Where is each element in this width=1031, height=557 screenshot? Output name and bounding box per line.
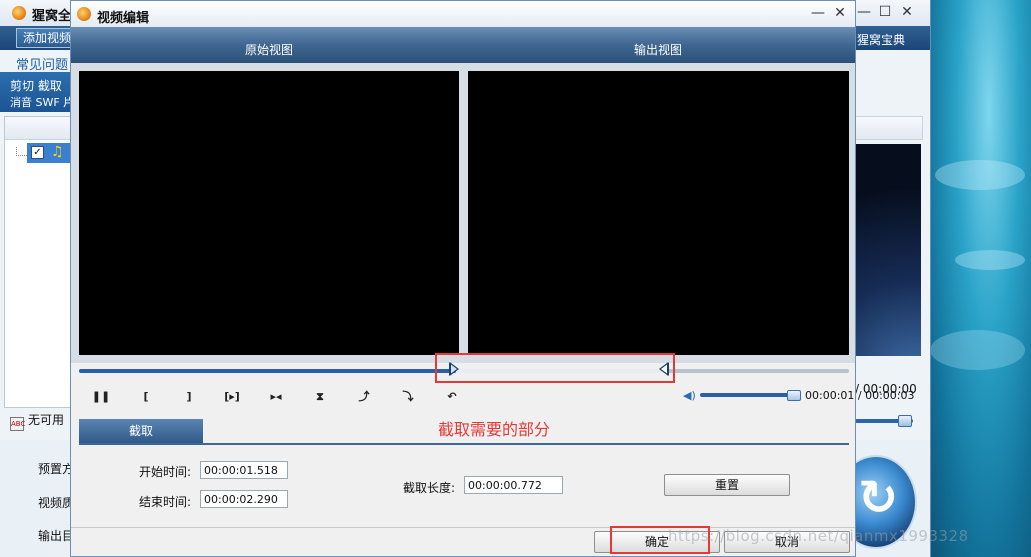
start-time-field[interactable]: 00:00:01.518 bbox=[200, 461, 288, 479]
tree-connector bbox=[16, 147, 27, 156]
minimize-icon[interactable]: — bbox=[855, 3, 873, 21]
video-quality-label: 视频质 bbox=[38, 496, 75, 510]
play-selection-icon[interactable]: [▸] bbox=[221, 389, 243, 405]
pause-icon[interactable]: ❚❚ bbox=[90, 389, 112, 405]
unavailable-label: 无可用 bbox=[28, 413, 65, 427]
clip-length-label: 截取长度: bbox=[403, 481, 456, 495]
output-view-label: 输出视图 bbox=[634, 43, 683, 57]
time-display: 00:00:01 / 00:00:03 bbox=[805, 389, 915, 402]
view-header: 原始视图 输出视图 bbox=[71, 27, 855, 63]
volume-slider[interactable] bbox=[700, 393, 796, 397]
file-list-panel: ✓ ♫ bbox=[4, 116, 75, 408]
annotation-text: 截取需要的部分 bbox=[438, 420, 551, 439]
file-list-item[interactable]: ✓ ♫ bbox=[27, 143, 75, 163]
reset-button[interactable]: 重置 bbox=[664, 474, 790, 496]
dialog-minimize-icon[interactable]: — bbox=[809, 4, 827, 22]
set-end-icon[interactable]: ] bbox=[178, 389, 200, 405]
checkbox-checked-icon[interactable]: ✓ bbox=[31, 146, 44, 159]
music-note-icon: ♫ bbox=[51, 144, 64, 160]
output-video-screen bbox=[468, 71, 849, 355]
background-preview bbox=[855, 144, 921, 356]
abc-icon: ABC bbox=[10, 417, 25, 431]
clip-length-field[interactable]: 00:00:00.772 bbox=[464, 476, 563, 494]
rotate-right-icon[interactable]: ⤴ bbox=[353, 389, 375, 405]
classic-guide-link[interactable]: 猩窝宝典 bbox=[857, 31, 905, 48]
preview-header bbox=[855, 116, 923, 140]
background-volume-knob[interactable] bbox=[898, 415, 912, 427]
original-video-screen bbox=[79, 71, 459, 355]
edit-menu-row2[interactable]: 消音 SWF 片 bbox=[10, 94, 74, 110]
app-logo-icon bbox=[12, 6, 26, 20]
end-time-field[interactable]: 00:00:02.290 bbox=[200, 490, 288, 508]
convert-arrow-icon: ↻ bbox=[858, 470, 899, 526]
end-time-label: 结束时间: bbox=[139, 495, 192, 509]
preset-label: 预置方 bbox=[38, 462, 75, 476]
faq-link[interactable]: 常见问题 bbox=[16, 54, 68, 73]
flip-vertical-icon[interactable]: ⧗ bbox=[309, 389, 331, 405]
watermark: https://blog.csdn.net/qianmx1993328 bbox=[668, 527, 969, 545]
dialog-logo-icon bbox=[77, 7, 91, 21]
rotate-left-icon[interactable]: ⤵ bbox=[397, 389, 419, 405]
background-app-title: 猩窝全 bbox=[32, 9, 72, 24]
maximize-icon[interactable]: ☐ bbox=[876, 3, 894, 21]
output-dir-label: 输出目 bbox=[38, 529, 75, 543]
dialog-titlebar: 视频编辑 — ✕ bbox=[71, 1, 855, 27]
timeline-progress bbox=[79, 369, 456, 373]
annotation-highlight-timeline bbox=[435, 353, 675, 383]
file-list-header bbox=[5, 117, 73, 140]
original-view-label: 原始视图 bbox=[245, 43, 294, 57]
desktop-wallpaper bbox=[925, 0, 1031, 557]
dialog-title: 视频编辑 bbox=[97, 11, 150, 26]
tab-trim[interactable]: 截取 bbox=[79, 419, 203, 443]
undo-icon[interactable]: ↶ bbox=[441, 389, 463, 405]
unavailable-status: ABC 无可用 bbox=[10, 411, 64, 431]
volume-knob[interactable] bbox=[787, 390, 801, 401]
video-edit-dialog: 视频编辑 — ✕ 原始视图 输出视图 ❚❚ [ ] [▸] ▸◂ ⧗ ⤴ ⤵ ↶… bbox=[70, 0, 915, 557]
split-icon[interactable]: ▸◂ bbox=[265, 389, 287, 405]
set-start-icon[interactable]: [ bbox=[135, 389, 157, 405]
close-icon[interactable]: ✕ bbox=[898, 3, 916, 21]
speaker-icon[interactable]: ◀) bbox=[683, 390, 697, 402]
dialog-close-icon[interactable]: ✕ bbox=[831, 4, 849, 22]
start-time-label: 开始时间: bbox=[139, 465, 192, 479]
edit-menu-row1[interactable]: 剪切 截取 bbox=[10, 77, 62, 94]
